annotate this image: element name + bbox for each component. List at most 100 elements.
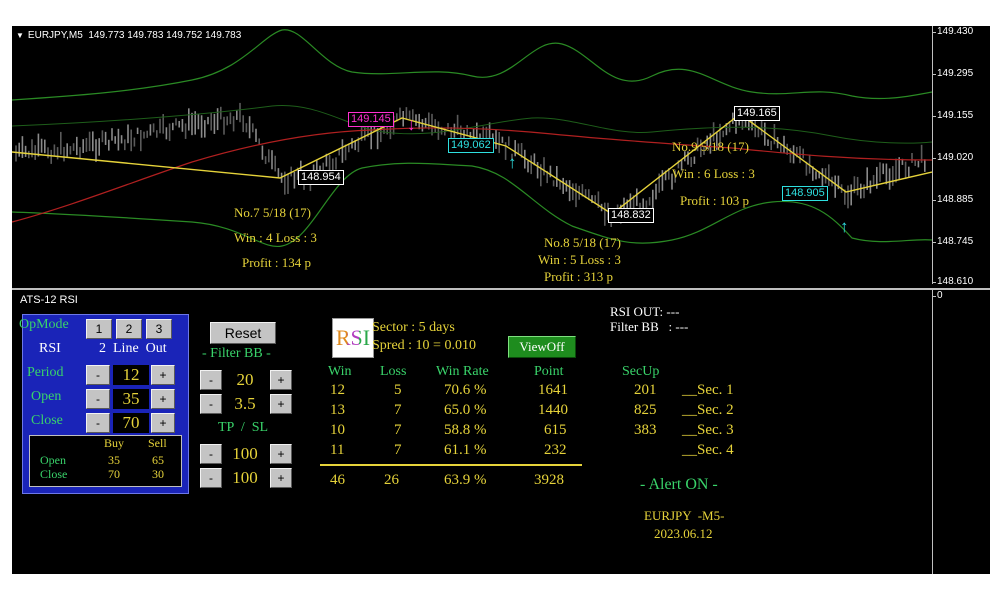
price-tick: 149.155 xyxy=(931,110,974,121)
trade-title: No.7 5/18 (17) xyxy=(234,205,311,220)
alert-status: - Alert ON - xyxy=(640,476,718,493)
price-tick: 149.430 xyxy=(931,26,974,37)
close-sell-value: 30 xyxy=(152,467,164,481)
period-plus-button[interactable]: + xyxy=(151,365,175,385)
close-minus-button[interactable]: - xyxy=(86,413,110,433)
stats-win: 11 xyxy=(330,442,345,458)
alert-symbol: EURJPY -M5- xyxy=(644,508,725,523)
stats-winrate: 70.6 % xyxy=(444,382,487,398)
bs-open-label: Open xyxy=(40,453,66,467)
price-chart[interactable]: ▼ EURJPY,M5 149.773 149.783 149.752 149.7… xyxy=(11,26,933,285)
terminal-window: ▼ EURJPY,M5 149.773 149.783 149.752 149.7… xyxy=(11,26,991,574)
symbol-name: EURJPY,M5 xyxy=(27,30,83,41)
filter-bb-label: - Filter BB - xyxy=(202,346,271,361)
close-buy-value: 70 xyxy=(108,467,120,481)
viewoff-button[interactable]: ViewOff xyxy=(508,336,576,358)
reset-button[interactable]: Reset xyxy=(210,322,276,344)
bs-close-label: Close xyxy=(40,467,68,481)
total-winrate: 63.9 % xyxy=(444,472,487,488)
secup-label-1: __Sec. 1 xyxy=(682,382,734,398)
stats-loss: 7 xyxy=(394,422,402,438)
trade-win-loss: Win : 6 Loss : 3 xyxy=(672,166,755,181)
secup-label-4: __Sec. 4 xyxy=(682,442,734,458)
trade-label-2[interactable]: 149.145 xyxy=(348,112,394,127)
stats-point: 1440 xyxy=(538,402,568,418)
indicator-zero-tick: 0 xyxy=(932,290,943,301)
alert-date: 2023.06.12 xyxy=(654,526,713,541)
stats-winrate: 65.0 % xyxy=(444,402,487,418)
bollinger-lower-band xyxy=(11,162,933,248)
sl-minus-button[interactable]: - xyxy=(200,468,222,488)
price-tick: 149.295 xyxy=(931,68,974,79)
open-value: 35 xyxy=(113,389,149,409)
price-axis: 149.430 149.295 149.155 149.020 148.885 … xyxy=(931,26,991,287)
filter-bb-plus-button[interactable]: + xyxy=(270,370,292,390)
secup-label-3: __Sec. 3 xyxy=(682,422,734,438)
stats-header-winrate: Win Rate xyxy=(436,364,489,379)
price-tick: 148.610 xyxy=(931,276,974,287)
buy-sell-levels: Buy Sell Open 35 65 Close 70 30 xyxy=(29,435,182,487)
trade-label-1[interactable]: 148.954 xyxy=(298,170,344,185)
sector-text: Sector : 5 days xyxy=(372,320,455,335)
trade-label-3[interactable]: 149.062 xyxy=(448,138,494,153)
opmode-2-button[interactable]: 2 xyxy=(116,319,142,339)
filter-bb-out-text: Filter BB : --- xyxy=(610,319,689,334)
close-value: 70 xyxy=(113,413,149,433)
filter-bb-dev-value: 3.5 xyxy=(224,394,266,414)
filter-bb-dev-minus-button[interactable]: - xyxy=(200,394,222,414)
price-tick: 149.020 xyxy=(931,152,974,163)
stats-winrate: 61.1 % xyxy=(444,442,487,458)
buy-arrow-icon: ↑ xyxy=(840,217,849,236)
stats-win: 12 xyxy=(330,382,345,398)
price-tick: 148.745 xyxy=(931,236,974,247)
rsi-logo-text: RSI xyxy=(335,325,371,350)
stats-total-divider xyxy=(320,464,582,466)
total-win: 46 xyxy=(330,472,345,488)
secup-header: SecUp xyxy=(622,364,660,379)
open-minus-button[interactable]: - xyxy=(86,389,110,409)
stats-loss: 7 xyxy=(394,402,402,418)
trade-info-no8: No.8 5/18 (17) Win : 5 Loss : 3 Profit :… xyxy=(538,234,621,285)
dropdown-icon[interactable]: ▼ xyxy=(16,31,24,40)
indicator-title: ATS-12 RSI xyxy=(20,294,78,306)
stats-point: 615 xyxy=(544,422,567,438)
open-plus-button[interactable]: + xyxy=(151,389,175,409)
trade-label-6[interactable]: 148.905 xyxy=(782,186,828,201)
rsi-mode-value: 2 Line Out xyxy=(99,341,167,356)
secup-value-2: 825 xyxy=(634,402,657,418)
trade-label-4[interactable]: 148.832 xyxy=(608,208,654,223)
trade-win-loss: Win : 4 Loss : 3 xyxy=(234,230,317,245)
indicator-panel: ATS-12 RSI OpMode 1 2 3 RSI 2 Line Out P… xyxy=(12,290,932,574)
period-value: 12 xyxy=(113,365,149,385)
trade-profit: Profit : 134 p xyxy=(242,255,311,270)
sell-header: Sell xyxy=(148,436,167,450)
trade-info-no7: No.7 5/18 (17) Win : 4 Loss : 3 Profit :… xyxy=(234,204,317,271)
filter-bb-dev-plus-button[interactable]: + xyxy=(270,394,292,414)
close-label: Close xyxy=(31,413,63,428)
stats-win: 13 xyxy=(330,402,345,418)
stats-loss: 5 xyxy=(394,382,402,398)
trade-label-5[interactable]: 149.165 xyxy=(734,106,780,121)
trade-win-loss: Win : 5 Loss : 3 xyxy=(538,252,621,267)
period-minus-button[interactable]: - xyxy=(86,365,110,385)
sl-plus-button[interactable]: + xyxy=(270,468,292,488)
ohlc-values: 149.773 149.783 149.752 149.783 xyxy=(88,30,242,41)
stats-winrate: 58.8 % xyxy=(444,422,487,438)
opmode-1-button[interactable]: 1 xyxy=(86,319,112,339)
total-loss: 26 xyxy=(384,472,399,488)
opmode-3-button[interactable]: 3 xyxy=(146,319,172,339)
buy-header: Buy xyxy=(104,436,125,450)
rsi-out-text: RSI OUT: --- xyxy=(610,304,680,319)
tp-sl-label: TP / SL xyxy=(218,420,269,435)
close-plus-button[interactable]: + xyxy=(151,413,175,433)
sell-arrow-icon: ↓ xyxy=(407,115,416,134)
secup-value-3: 383 xyxy=(634,422,657,438)
trade-title: No.9 5/18 (17) xyxy=(672,139,749,154)
total-point: 3928 xyxy=(534,472,564,488)
tp-plus-button[interactable]: + xyxy=(270,444,292,464)
open-buy-value: 35 xyxy=(108,453,120,467)
filter-bb-minus-button[interactable]: - xyxy=(200,370,222,390)
symbol-header: ▼ EURJPY,M5 149.773 149.783 149.752 149.7… xyxy=(16,30,241,41)
tp-minus-button[interactable]: - xyxy=(200,444,222,464)
sl-value: 100 xyxy=(224,468,266,488)
